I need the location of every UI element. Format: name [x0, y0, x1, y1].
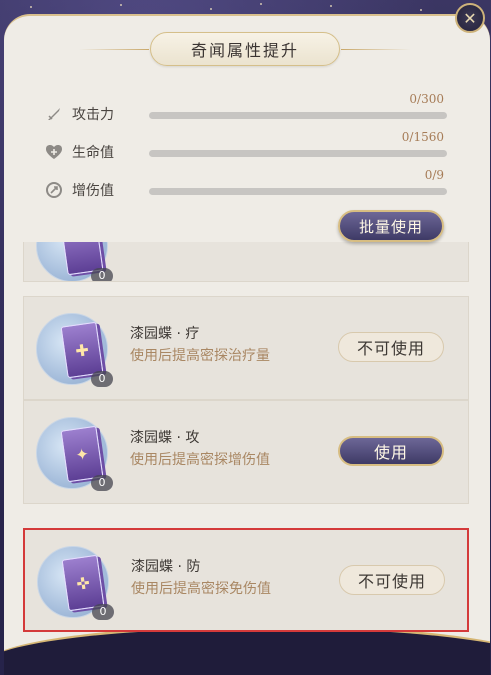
item-orb: ✜ 0 [37, 546, 114, 620]
close-icon: ✕ [463, 8, 477, 28]
stat-value: 0/1560 [401, 130, 444, 144]
batch-use-button[interactable]: 批量使用 [338, 210, 444, 242]
title-banner: 奇闻属性提升 [79, 32, 340, 66]
stat-row-attack: 攻击力 0/300 [44, 92, 447, 124]
item-description: 使用后提高密探增伤值 [130, 452, 270, 468]
heal-card-icon: ✚ [60, 321, 104, 379]
stat-progress-bar [149, 188, 447, 195]
item-description: 使用后提高密探治疗量 [130, 348, 270, 364]
list-item[interactable]: ✚ 0 漆园蝶 · 疗 使用后提高密探治疗量 不可使用 [23, 296, 469, 400]
item-orb: ✚ 0 [36, 313, 113, 387]
attack-card-icon: ✦ [60, 425, 104, 483]
unusable-button[interactable]: 不可使用 [339, 565, 445, 595]
item-name: 漆园蝶 · 防 [131, 559, 201, 575]
item-count-badge: 0 [92, 604, 114, 620]
item-description: 使用后提高密探免伤值 [131, 581, 271, 597]
item-name: 漆园蝶 · 疗 [130, 326, 200, 342]
damage-icon [44, 180, 64, 200]
panel-bottom-decoration [4, 625, 490, 675]
stat-progress-bar [149, 150, 447, 157]
list-item[interactable]: ✦ 0 漆园蝶 · 攻 使用后提高密探增伤值 使用 [23, 400, 469, 504]
list-item-partial[interactable]: 0 [23, 242, 469, 282]
item-count-badge: 0 [91, 268, 113, 281]
stat-label: 生命值 [72, 145, 114, 161]
list-item-selected[interactable]: ✜ 0 漆园蝶 · 防 使用后提高密探免伤值 不可使用 [23, 528, 469, 632]
unusable-button[interactable]: 不可使用 [338, 332, 444, 362]
stat-value: 0/300 [409, 92, 444, 106]
item-count-badge: 0 [91, 475, 113, 491]
item-name: 漆园蝶 · 攻 [130, 430, 200, 446]
stat-label: 增伤值 [72, 183, 114, 199]
stat-row-hp: 生命值 0/1560 [44, 130, 447, 162]
item-orb: 0 [36, 242, 113, 281]
stat-value: 0/9 [424, 168, 444, 182]
stat-row-damage: 增伤值 0/9 [44, 168, 447, 200]
stat-label: 攻击力 [72, 107, 114, 123]
defense-card-icon: ✜ [61, 554, 105, 612]
sword-icon [44, 104, 64, 124]
item-orb: ✦ 0 [36, 417, 113, 491]
close-button[interactable]: ✕ [455, 3, 485, 33]
item-count-badge: 0 [91, 371, 113, 387]
page-title: 奇闻属性提升 [190, 41, 299, 60]
stat-progress-bar [149, 112, 447, 119]
heart-plus-icon [44, 142, 64, 162]
use-button[interactable]: 使用 [338, 436, 444, 466]
